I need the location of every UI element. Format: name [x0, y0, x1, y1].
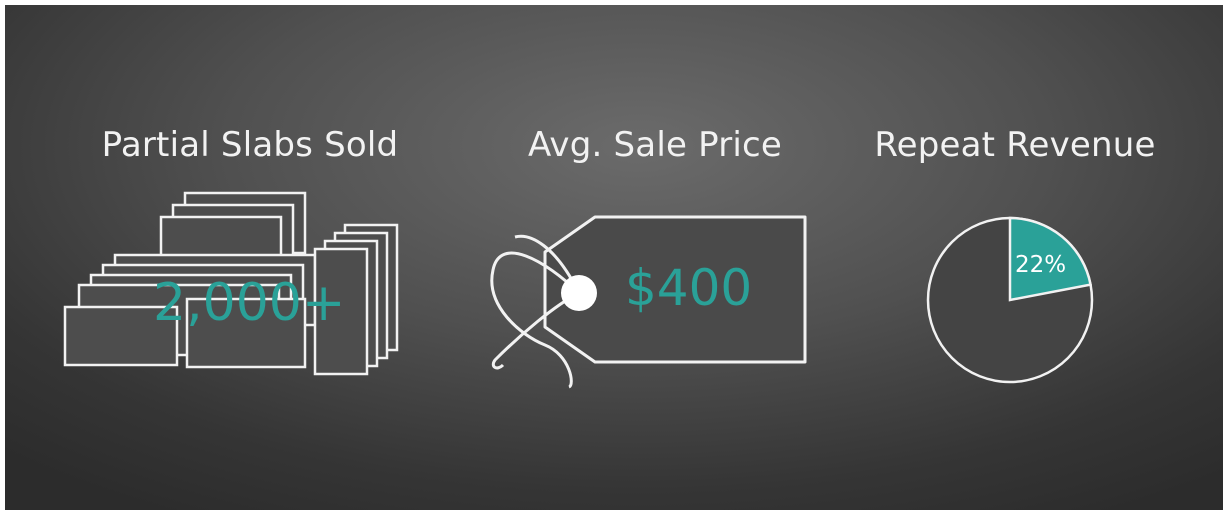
stat-value: $400 — [625, 259, 753, 317]
stat-value: 22% — [1015, 252, 1067, 278]
stat-avg-price: Avg. Sale Price $400 — [475, 5, 835, 510]
stats-slide: Partial Slabs Sold 2,000+ Avg. Sale Pric… — [5, 5, 1223, 510]
stat-repeat-revenue: Repeat Revenue 22% — [845, 5, 1185, 510]
stacked-slabs-icon — [63, 191, 399, 376]
price-tag-icon — [490, 215, 807, 389]
stat-value: 2,000+ — [153, 273, 346, 333]
tag-hole-icon — [561, 275, 597, 311]
stat-partial-slabs: Partial Slabs Sold 2,000+ — [55, 5, 445, 510]
